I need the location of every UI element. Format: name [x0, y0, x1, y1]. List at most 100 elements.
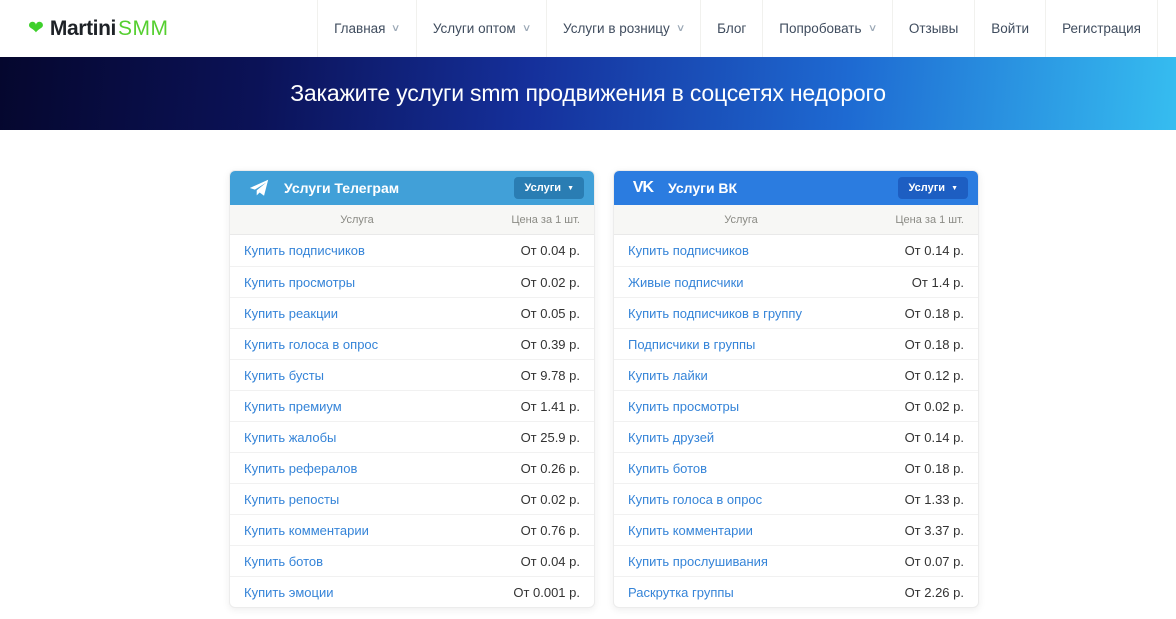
service-link[interactable]: Купить лайки	[614, 368, 868, 383]
vk-card-header: VK Услуги ВК Услуги ▼	[614, 171, 978, 205]
vk-logo-icon: VK	[628, 179, 658, 197]
price-value: От 0.05 р.	[484, 306, 594, 321]
nav-item-1[interactable]: Услуги оптом ∨	[417, 0, 547, 57]
nav-item-0[interactable]: Главная ∨	[317, 0, 417, 57]
service-link[interactable]: Купить эмоции	[230, 585, 484, 600]
nav-item-4[interactable]: Попробовать ∨	[763, 0, 893, 57]
service-link[interactable]: Купить комментарии	[230, 523, 484, 538]
service-link[interactable]: Купить подписчиков	[614, 243, 868, 258]
price-value: От 2.26 р.	[868, 585, 978, 600]
price-value: От 0.02 р.	[484, 492, 594, 507]
table-row: Купить бустыОт 9.78 р.	[230, 359, 594, 390]
service-link[interactable]: Живые подписчики	[614, 275, 868, 290]
table-row: Раскрутка группыОт 2.26 р.	[614, 576, 978, 607]
service-link[interactable]: Купить бусты	[230, 368, 484, 383]
service-link[interactable]: Купить ботов	[230, 554, 484, 569]
service-link[interactable]: Купить друзей	[614, 430, 868, 445]
service-link[interactable]: Купить репосты	[230, 492, 484, 507]
price-value: От 0.02 р.	[868, 399, 978, 414]
service-link[interactable]: Раскрутка группы	[614, 585, 868, 600]
nav-item-label: Попробовать	[779, 21, 861, 36]
service-link[interactable]: Купить голоса в опрос	[614, 492, 868, 507]
price-value: От 0.14 р.	[868, 243, 978, 258]
price-value: От 3.37 р.	[868, 523, 978, 538]
service-link[interactable]: Купить прослушивания	[614, 554, 868, 569]
table-row: Живые подписчикиОт 1.4 р.	[614, 266, 978, 297]
top-navbar: ❤ Martini SMM Главная∨Услуги оптом∨Услуг…	[0, 0, 1176, 57]
table-row: Купить друзейОт 0.14 р.	[614, 421, 978, 452]
price-value: От 0.02 р.	[484, 275, 594, 290]
price-column-header: Цена за 1 шт.	[868, 214, 978, 226]
service-link[interactable]: Подписчики в группы	[614, 337, 868, 352]
table-row: Купить прослушиванияОт 0.07 р.	[614, 545, 978, 576]
price-value: От 0.26 р.	[484, 461, 594, 476]
brand-name: Martini	[50, 17, 116, 41]
table-row: Купить реакцииОт 0.05 р.	[230, 297, 594, 328]
telegram-services-card: Услуги Телеграм Услуги ▼ Услуга Цена за …	[229, 170, 595, 608]
table-row: Купить подписчиков в группуОт 0.18 р.	[614, 297, 978, 328]
hero-banner: Закажите услуги smm продвижения в соцсет…	[0, 57, 1176, 130]
chevron-down-icon: ∨	[867, 23, 877, 34]
table-row: Купить премиумОт 1.41 р.	[230, 390, 594, 421]
nav-item-label: Услуги оптом	[433, 21, 516, 36]
nav-item-5[interactable]: Отзывы	[893, 0, 975, 57]
service-link[interactable]: Купить подписчиков в группу	[614, 306, 868, 321]
nav-item-label: Отзывы	[909, 21, 958, 36]
vk-card-title: Услуги ВК	[668, 180, 898, 196]
table-row: Купить просмотрыОт 0.02 р.	[614, 390, 978, 421]
table-row: Купить голоса в опросОт 1.33 р.	[614, 483, 978, 514]
service-link[interactable]: Купить реакции	[230, 306, 484, 321]
brand-logo[interactable]: ❤ Martini SMM	[28, 0, 168, 57]
service-link[interactable]: Купить просмотры	[614, 399, 868, 414]
heart-icon: ❤	[28, 19, 44, 38]
chevron-down-icon: ∨	[522, 23, 532, 34]
nav-item-label: Блог	[717, 21, 746, 36]
table-row: Купить комментарииОт 0.76 р.	[230, 514, 594, 545]
nav-item-label: Главная	[334, 21, 385, 36]
nav-item-3[interactable]: Блог	[701, 0, 763, 57]
price-value: От 0.14 р.	[868, 430, 978, 445]
price-value: От 0.18 р.	[868, 461, 978, 476]
price-value: От 0.04 р.	[484, 554, 594, 569]
price-value: От 0.07 р.	[868, 554, 978, 569]
telegram-card-header: Услуги Телеграм Услуги ▼	[230, 171, 594, 205]
table-row: Купить ботовОт 0.04 р.	[230, 545, 594, 576]
price-value: От 0.04 р.	[484, 243, 594, 258]
service-cards: Услуги Телеграм Услуги ▼ Услуга Цена за …	[229, 170, 1176, 608]
nav-item-6[interactable]: Войти	[975, 0, 1046, 57]
price-value: От 0.12 р.	[868, 368, 978, 383]
price-value: От 0.76 р.	[484, 523, 594, 538]
telegram-table-body: Купить подписчиковОт 0.04 р.Купить просм…	[230, 235, 594, 607]
hero-title: Закажите услуги smm продвижения в соцсет…	[290, 80, 886, 107]
service-column-header: Услуга	[230, 214, 484, 226]
chevron-down-icon: ∨	[676, 23, 686, 34]
service-link[interactable]: Купить жалобы	[230, 430, 484, 445]
vk-table-header: Услуга Цена за 1 шт.	[614, 205, 978, 235]
service-link[interactable]: Купить рефералов	[230, 461, 484, 476]
price-column-header: Цена за 1 шт.	[484, 214, 594, 226]
table-row: Купить комментарииОт 3.37 р.	[614, 514, 978, 545]
telegram-services-dropdown-button[interactable]: Услуги ▼	[514, 177, 584, 199]
nav-menu: Главная∨Услуги оптом∨Услуги в розницу∨Бл…	[317, 0, 1158, 57]
vk-services-dropdown-button[interactable]: Услуги ▼	[898, 177, 968, 199]
table-row: Купить эмоцииОт 0.001 р.	[230, 576, 594, 607]
service-link[interactable]: Купить ботов	[614, 461, 868, 476]
table-row: Подписчики в группыОт 0.18 р.	[614, 328, 978, 359]
chevron-down-icon: ∨	[391, 23, 401, 34]
table-row: Купить подписчиковОт 0.14 р.	[614, 235, 978, 266]
brand-name-accent: SMM	[118, 17, 169, 41]
chevron-down-icon: ▼	[567, 185, 574, 192]
service-link[interactable]: Купить подписчиков	[230, 243, 484, 258]
price-value: От 0.001 р.	[484, 585, 594, 600]
telegram-services-dropdown-label: Услуги	[524, 182, 561, 194]
table-row: Купить рефераловОт 0.26 р.	[230, 452, 594, 483]
price-value: От 1.41 р.	[484, 399, 594, 414]
service-link[interactable]: Купить премиум	[230, 399, 484, 414]
table-row: Купить репостыОт 0.02 р.	[230, 483, 594, 514]
service-link[interactable]: Купить голоса в опрос	[230, 337, 484, 352]
nav-item-2[interactable]: Услуги в розницу∨	[547, 0, 701, 57]
price-value: От 0.18 р.	[868, 306, 978, 321]
service-link[interactable]: Купить комментарии	[614, 523, 868, 538]
service-link[interactable]: Купить просмотры	[230, 275, 484, 290]
nav-item-7[interactable]: Регистрация	[1046, 0, 1158, 57]
